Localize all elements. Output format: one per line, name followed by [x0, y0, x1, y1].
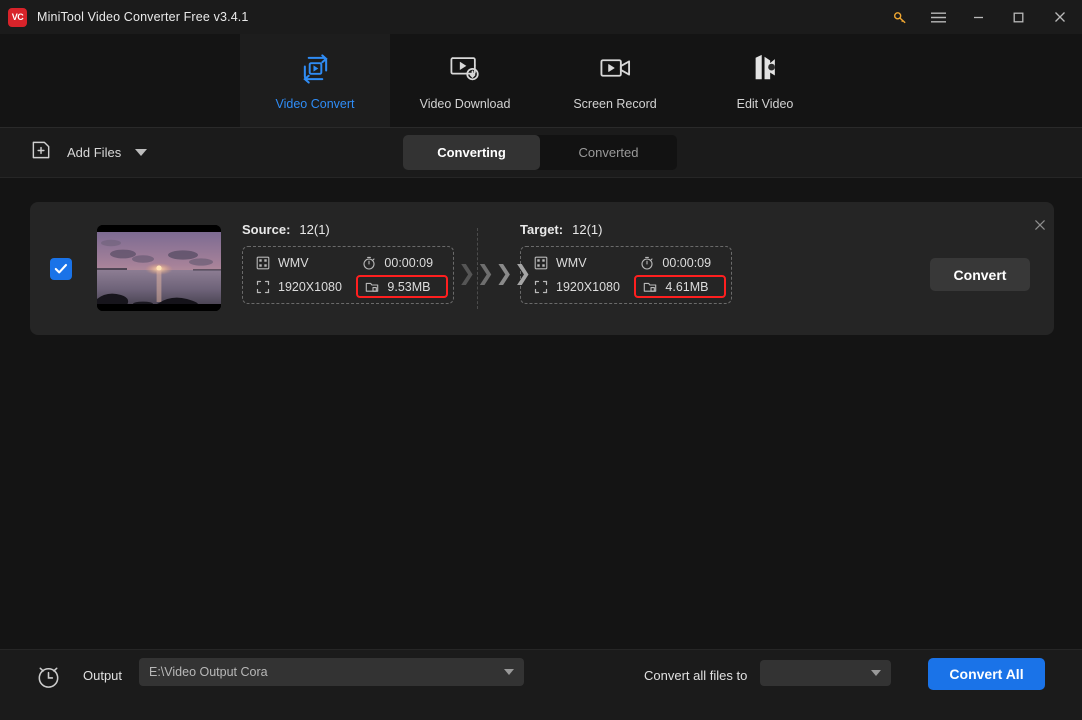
- chevron-down-icon[interactable]: [504, 669, 514, 675]
- main-navigation: Video Convert Video Download Screen Reco…: [0, 34, 1082, 128]
- tab-converted[interactable]: Converted: [540, 135, 677, 170]
- target-format-value: WMV: [556, 255, 587, 270]
- remove-file-button[interactable]: [1030, 215, 1050, 235]
- format-icon: [255, 255, 270, 270]
- target-format: WMV: [533, 255, 629, 270]
- source-size: 9.53MB: [356, 275, 448, 298]
- target-section: Target: 12(1) WMV 00:00:09 1920X1080 4.6…: [520, 222, 820, 304]
- source-format: WMV: [255, 255, 351, 270]
- video-convert-icon: [299, 51, 332, 85]
- convert-all-button[interactable]: Convert All: [928, 658, 1045, 690]
- source-size-value: 9.53MB: [387, 279, 431, 294]
- add-files-button[interactable]: Add Files: [30, 139, 148, 166]
- toolbar-divider: [0, 177, 1082, 178]
- target-filename: 12(1): [572, 222, 603, 237]
- source-resolution-value: 1920X1080: [278, 279, 342, 294]
- stopwatch-icon: [361, 255, 376, 270]
- output-label: Output: [83, 668, 123, 683]
- convert-all-format-select[interactable]: [760, 660, 891, 686]
- source-section: Source: 12(1) WMV 00:00:09 1920X1080 9.5…: [242, 222, 454, 304]
- maximize-button[interactable]: [998, 0, 1038, 34]
- nav-label-video-download: Video Download: [419, 97, 511, 111]
- output-path-value: E:\Video Output Cora: [149, 665, 268, 679]
- edit-video-icon: [749, 51, 781, 85]
- nav-label-edit-video: Edit Video: [736, 97, 794, 111]
- add-files-label: Add Files: [67, 145, 122, 160]
- nav-item-screen-record[interactable]: Screen Record: [540, 34, 690, 128]
- nav-item-video-download[interactable]: Video Download: [390, 34, 540, 128]
- file-size-icon: [364, 279, 379, 294]
- tab-converting[interactable]: Converting: [403, 135, 540, 170]
- window-title: MiniTool Video Converter Free v3.4.1: [37, 10, 249, 24]
- source-duration-value: 00:00:09: [384, 255, 434, 270]
- source-duration: 00:00:09: [361, 255, 443, 270]
- video-thumbnail[interactable]: [97, 225, 221, 311]
- screen-record-icon: [599, 51, 632, 85]
- convert-all-files-to-label: Convert all files to: [644, 668, 748, 683]
- target-label: Target:: [520, 222, 564, 237]
- converting-converted-tabs: Converting Converted: [403, 135, 677, 170]
- chevron-down-icon[interactable]: [871, 670, 881, 676]
- nav-item-video-convert[interactable]: Video Convert: [240, 34, 390, 128]
- target-heading: Target: 12(1): [520, 222, 820, 237]
- bottom-bar: Output E:\Video Output Cora Convert all …: [0, 650, 1082, 720]
- app-window: VC MiniTool Video Converter Free v3.4.1: [0, 0, 1082, 720]
- target-size-value: 4.61MB: [665, 279, 709, 294]
- close-button[interactable]: [1038, 0, 1082, 34]
- file-card: Source: 12(1) WMV 00:00:09 1920X1080 9.5…: [30, 202, 1054, 335]
- file-select-checkbox[interactable]: [50, 258, 72, 280]
- source-info-box: WMV 00:00:09 1920X1080 9.53MB: [242, 246, 454, 304]
- target-duration-value: 00:00:09: [662, 255, 712, 270]
- target-size: 4.61MB: [634, 275, 726, 298]
- resolution-icon: [533, 279, 548, 294]
- title-bar: VC MiniTool Video Converter Free v3.4.1: [0, 0, 1082, 34]
- nav-label-video-convert: Video Convert: [275, 97, 355, 111]
- chevron-right-icon: ❯: [476, 261, 495, 285]
- window-controls: [882, 0, 1082, 34]
- format-icon: [533, 255, 548, 270]
- source-filename: 12(1): [299, 222, 330, 237]
- key-icon[interactable]: [882, 0, 918, 34]
- target-duration: 00:00:09: [639, 255, 721, 270]
- target-resolution: 1920X1080: [533, 278, 629, 295]
- target-info-box: WMV 00:00:09 1920X1080 4.61MB: [520, 246, 732, 304]
- conversion-arrow-icons: ❯ ❯ ❯ ❯: [458, 263, 531, 284]
- output-path-field[interactable]: E:\Video Output Cora: [139, 658, 524, 686]
- source-resolution: 1920X1080: [255, 278, 351, 295]
- chevron-right-icon: ❯: [495, 261, 513, 285]
- alarm-clock-icon[interactable]: [34, 662, 63, 696]
- convert-button[interactable]: Convert: [930, 258, 1030, 291]
- nav-label-screen-record: Screen Record: [573, 97, 657, 111]
- chevron-right-icon: ❯: [458, 261, 476, 285]
- stopwatch-icon: [639, 255, 654, 270]
- nav-item-edit-video[interactable]: Edit Video: [690, 34, 840, 128]
- chevron-down-icon[interactable]: [135, 149, 148, 156]
- file-size-icon: [642, 279, 657, 294]
- source-heading: Source: 12(1): [242, 222, 454, 237]
- target-resolution-value: 1920X1080: [556, 279, 620, 294]
- source-format-value: WMV: [278, 255, 309, 270]
- add-folder-icon: [30, 139, 53, 166]
- chevron-right-icon: ❯: [513, 261, 532, 285]
- app-logo-icon: VC: [8, 7, 27, 27]
- card-vertical-divider: [477, 228, 478, 309]
- video-download-icon: [449, 51, 481, 85]
- source-label: Source:: [242, 222, 291, 237]
- resolution-icon: [255, 279, 270, 294]
- hamburger-menu-icon[interactable]: [918, 0, 958, 34]
- minimize-button[interactable]: [958, 0, 998, 34]
